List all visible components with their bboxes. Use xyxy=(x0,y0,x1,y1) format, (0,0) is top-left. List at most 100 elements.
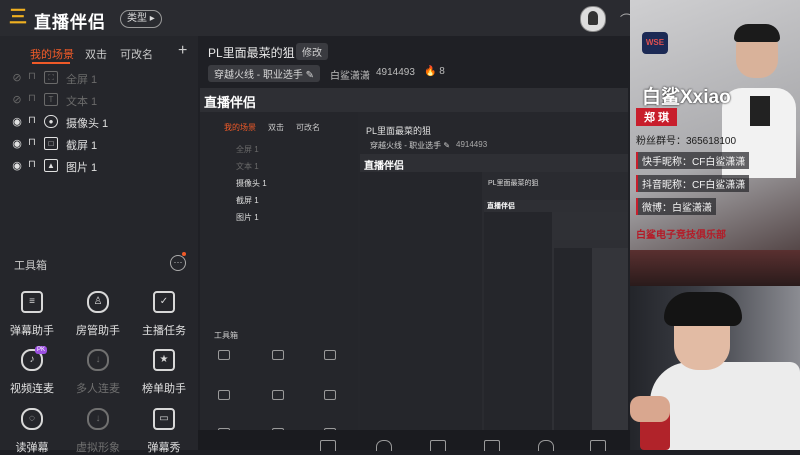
ranking-icon: ★ xyxy=(153,349,175,371)
mirror-toolbox-title: 工具箱 xyxy=(214,331,238,340)
tool-ranking[interactable]: ★ 榜单助手 xyxy=(132,349,196,395)
mirror-topbar xyxy=(554,240,628,248)
mic-link-icon: ♪ PK xyxy=(21,346,48,371)
left-panel: 我的场景 双击 可改名 + ⊘ ⊓ ⛶ 全屏 1 ⊘ ⊓ T 文本 1 ◉ ⊓ … xyxy=(0,36,198,454)
mirror-room-title: PL里面最菜的狙 xyxy=(488,180,539,187)
mirror-topbar xyxy=(200,88,628,112)
toolbox-title: 工具箱 xyxy=(14,260,47,272)
tool-read-danmaku[interactable]: ◌ 读弹幕 xyxy=(0,408,64,454)
person-arm xyxy=(630,396,670,422)
type-button[interactable]: 类型 ▸ xyxy=(120,10,162,28)
source-row[interactable]: ◉ ⊓ □ 截屏 1 xyxy=(8,136,188,154)
mirror-tool-icon xyxy=(272,350,284,360)
flame-icon: 🔥 xyxy=(424,66,437,77)
eye-hidden-icon[interactable]: ⊘ xyxy=(10,71,24,84)
preview-canvas[interactable]: 直播伴侣 我的场景 双击 可改名 全屏 1 文本 1 摄像头 1 截屏 1 图片… xyxy=(200,88,628,450)
fans-group: 粉丝群号：365618100 xyxy=(636,136,737,147)
preview-mirror-2: 直播伴侣 PL里面最菜的狙 直播伴侣 xyxy=(360,154,628,450)
category-selector[interactable]: 穿越火线 - 职业选手 ✎ xyxy=(208,65,321,82)
mirror-tab: 可改名 xyxy=(296,123,320,132)
mirror-tool-icon xyxy=(272,390,284,400)
tool-label: 主播任务 xyxy=(142,325,186,337)
weibo-nick: 微博：白鲨潇潇 xyxy=(636,198,716,215)
tab-my-scenes[interactable]: 我的场景 xyxy=(30,46,74,62)
webcam-overlay-primary: WSE 白鲨Xxiao 郑 琪 粉丝群号：365618100 快手昵称：CF白鲨… xyxy=(630,0,800,286)
danmaku-icon: ≡ xyxy=(21,291,43,313)
mirror-tool-icon xyxy=(324,350,336,360)
team-logo: WSE xyxy=(642,32,668,54)
preview-mirror-4 xyxy=(554,240,628,450)
lock-icon[interactable]: ⊓ xyxy=(28,159,38,170)
eye-hidden-icon[interactable]: ⊘ xyxy=(10,93,24,106)
source-row[interactable]: ⊘ ⊓ ⛶ 全屏 1 xyxy=(8,70,188,88)
app-title: 直播伴侣 xyxy=(34,13,106,32)
mirror-room-title: PL里面最菜的狙 xyxy=(366,126,432,136)
mirror-source: 截屏 1 xyxy=(236,196,259,205)
mirror-source: 图片 1 xyxy=(236,213,259,222)
user-admin-icon: ♙ xyxy=(87,291,109,313)
source-row[interactable]: ◉ ⊓ ▲ 图片 1 xyxy=(8,158,188,176)
eye-icon[interactable]: ◉ xyxy=(10,137,24,150)
eye-icon[interactable]: ◉ xyxy=(10,159,24,172)
mirror-tab: 我的场景 xyxy=(224,123,256,132)
mirror-logo: 直播伴侣 xyxy=(204,95,257,110)
hot-count: 🔥 8 xyxy=(424,66,445,77)
main-pane: PL里面最菜的狙 修改 穿越火线 - 职业选手 ✎ 白鲨潇潇 4914493 🔥… xyxy=(198,36,630,450)
webcam-floor xyxy=(630,250,800,286)
crop-icon: □ xyxy=(44,137,58,150)
streamer-name: 白鲨Xxiao xyxy=(642,87,731,108)
hot-value: 8 xyxy=(439,66,445,77)
dock-camera-icon[interactable] xyxy=(376,440,392,451)
dock-text-icon[interactable] xyxy=(538,440,554,451)
add-scene-icon[interactable]: + xyxy=(178,42,187,60)
dock-crop-icon[interactable] xyxy=(484,440,500,451)
source-row[interactable]: ⊘ ⊓ T 文本 1 xyxy=(8,92,188,110)
tool-label: 虚拟形象 xyxy=(76,442,120,454)
danmaku-show-icon: ▭ xyxy=(153,408,175,430)
tab-double-click[interactable]: 双击 xyxy=(85,46,107,62)
tool-danmaku-show[interactable]: ▭ 弹幕秀 xyxy=(132,408,196,454)
source-label: 截屏 1 xyxy=(66,140,98,152)
avatar[interactable] xyxy=(580,6,606,32)
mirror-logo: 直播伴侣 xyxy=(364,161,404,172)
mirror-source: 文本 1 xyxy=(236,162,259,171)
tool-label: 弹幕助手 xyxy=(10,325,54,337)
dock-screen-icon[interactable] xyxy=(320,440,336,451)
window-control-icon[interactable]: ⌒ xyxy=(620,10,633,28)
tool-host-tasks[interactable]: ✓ 主播任务 xyxy=(132,291,196,337)
tool-video-link[interactable]: ♪ PK 视频连麦 xyxy=(0,346,64,395)
club-name: 白鲨电子竞技俱乐部 xyxy=(636,230,726,241)
camera-icon: ● xyxy=(44,115,58,128)
preview-mirror-1: 直播伴侣 我的场景 双击 可改名 全屏 1 文本 1 摄像头 1 截屏 1 图片… xyxy=(200,88,628,450)
host-name: 白鲨潇潇 xyxy=(330,71,370,82)
real-name-badge: 郑 琪 xyxy=(636,108,678,126)
tool-virtual-avatar[interactable]: ↓ 虚拟形象 xyxy=(66,408,130,454)
top-bar: 三国 直播伴侣 类型 ▸ ⌒ xyxy=(0,0,633,57)
lock-icon[interactable]: ⊓ xyxy=(28,115,38,126)
mirror-category: 穿越火线 - 职业选手 ✎ xyxy=(370,141,451,150)
eye-icon[interactable]: ◉ xyxy=(10,115,24,128)
text-icon: T xyxy=(44,93,58,106)
tool-label: 弹幕秀 xyxy=(147,442,181,454)
mirror-tool-icon xyxy=(218,390,230,400)
source-label: 文本 1 xyxy=(66,96,98,108)
dock-audio-icon[interactable] xyxy=(590,440,606,451)
mirror-tab: 双击 xyxy=(268,123,284,132)
more-icon[interactable]: ··· xyxy=(170,255,186,271)
lock-icon[interactable]: ⊓ xyxy=(28,137,38,148)
lock-icon[interactable]: ⊓ xyxy=(28,93,38,104)
source-row[interactable]: ◉ ⊓ ● 摄像头 1 xyxy=(8,114,188,132)
tool-label: 榜单助手 xyxy=(142,383,186,395)
lock-icon[interactable]: ⊓ xyxy=(28,71,38,82)
avatar-virtual-icon: ↓ xyxy=(87,408,109,430)
tool-danmaku-assistant[interactable]: ≡ 弹幕助手 xyxy=(0,291,64,337)
dock-image-icon[interactable] xyxy=(430,440,446,451)
tab-rename[interactable]: 可改名 xyxy=(120,46,153,62)
tool-label: 房管助手 xyxy=(76,325,120,337)
source-label: 图片 1 xyxy=(66,162,98,174)
edit-button[interactable]: 修改 xyxy=(296,43,328,60)
mirror-tool-icon xyxy=(324,390,336,400)
douyin-nick: 抖音昵称：CF白鲨潇潇 xyxy=(636,175,750,192)
tool-multi-link[interactable]: ↓ 多人连麦 xyxy=(66,349,130,395)
tool-room-admin[interactable]: ♙ 房管助手 xyxy=(66,291,130,337)
